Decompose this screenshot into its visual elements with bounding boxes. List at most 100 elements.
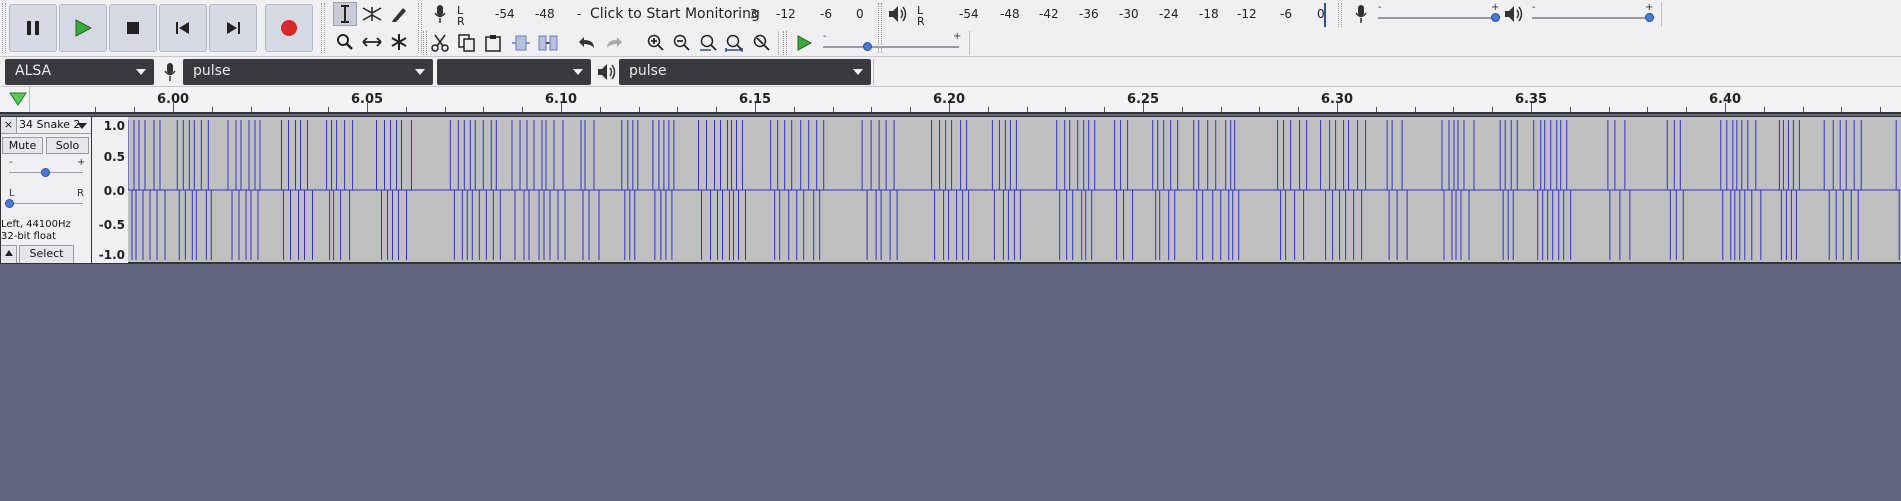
meter-tick-label: -6 [1280, 7, 1292, 21]
play-slider-plus: + [1645, 2, 1654, 13]
zoom-selection-icon [700, 34, 717, 51]
play-head-icon [9, 92, 27, 106]
undo-icon [579, 37, 594, 48]
speaker-icon [1505, 6, 1523, 22]
pan-slider[interactable] [9, 203, 83, 204]
vertical-ruler[interactable]: 1.0 0.5 0.0 -0.5 -1.0 [92, 116, 128, 264]
zoom-tool-button[interactable] [333, 30, 357, 54]
solo-button[interactable]: Solo [46, 137, 89, 154]
monitor-text[interactable]: Click to Start Monitoring [589, 6, 761, 22]
pause-button[interactable] [9, 4, 57, 52]
recording-volume-icon-button [1349, 2, 1373, 26]
ruler-tick [212, 107, 213, 112]
multi-tool-button[interactable] [387, 30, 411, 54]
stop-button[interactable] [109, 4, 157, 52]
recording-device-select[interactable]: pulse [183, 59, 433, 85]
skip-to-start-button[interactable] [159, 4, 207, 52]
chevron-down-icon [77, 123, 87, 129]
meter-tick-label: -6 [820, 7, 832, 21]
gain-minus-label: - [9, 157, 13, 168]
meter-tick-label: - [577, 7, 582, 21]
audio-host-select[interactable]: ALSA [5, 59, 154, 85]
record-meter[interactable]: -54 -48 - Click to Start Monitoring 3 -1… [468, 2, 868, 26]
silence-audio-button[interactable] [536, 31, 560, 55]
pan-left-label: L [9, 188, 15, 199]
magnifier-icon [337, 34, 353, 50]
redo-icon [607, 37, 622, 48]
gain-slider-knob[interactable] [41, 168, 50, 177]
rec-slider-plus: + [1491, 2, 1500, 13]
play-button[interactable] [59, 4, 107, 52]
ruler-tick [173, 103, 174, 112]
close-track-button[interactable]: × [1, 117, 17, 134]
playback-volume-knob[interactable] [1644, 13, 1654, 22]
ruler-tick [483, 107, 484, 112]
zoom-out-button[interactable] [670, 31, 694, 55]
collapse-track-button[interactable] [1, 245, 17, 263]
toolbar-grip[interactable] [418, 3, 422, 53]
mute-button[interactable]: Mute [2, 137, 43, 154]
zoom-out-icon [673, 34, 690, 51]
playhead-corner[interactable] [0, 87, 30, 112]
toolbar-grip[interactable] [2, 3, 6, 53]
speed-slider-plus: + [953, 31, 962, 42]
toolbar-grip[interactable] [423, 31, 427, 55]
playback-meter[interactable]: -54 -48 -42 -36 -30 -24 -18 -12 -6 0 [928, 2, 1328, 26]
play-at-speed-button[interactable] [792, 31, 816, 55]
select-track-button[interactable]: Select [19, 245, 74, 263]
playback-meter-button[interactable] [886, 2, 910, 26]
recording-channels-select[interactable] [437, 59, 591, 85]
record-button[interactable] [265, 4, 313, 52]
meter-tick-label: 0 [856, 7, 864, 21]
meter-tick-label: -48 [535, 7, 555, 21]
pan-slider-knob[interactable] [5, 199, 14, 208]
fit-project-button[interactable] [723, 31, 747, 55]
ruler-tick [1764, 107, 1765, 112]
play-at-speed-knob[interactable] [862, 42, 872, 51]
waveform-area[interactable] [128, 116, 1901, 264]
chevron-down-icon [573, 69, 583, 75]
ruler-tick [328, 107, 329, 112]
ruler-tick [134, 107, 135, 112]
audio-track: × 34 Snake 2 Mute Solo - + L R Left, 441… [0, 116, 1901, 264]
ruler-tick [1298, 107, 1299, 112]
track-name-menu[interactable]: 34 Snake 2 [17, 117, 91, 134]
timeline-ruler[interactable]: 6.00 6.05 6.10 6.15 6.20 6.25 6.30 6.35 6.40 [0, 87, 1901, 114]
playback-volume-slider[interactable] [1532, 17, 1652, 19]
cut-button[interactable] [428, 31, 452, 55]
copy-button[interactable] [455, 31, 479, 55]
recording-volume-slider[interactable] [1378, 17, 1498, 19]
selection-tool-button[interactable] [333, 2, 357, 26]
play-icon [75, 19, 92, 37]
draw-tool-button[interactable] [387, 2, 411, 26]
zoom-fit-icon [725, 34, 743, 52]
vruler-label: -1.0 [98, 248, 125, 262]
audio-host-value: ALSA [15, 63, 52, 79]
ruler-tick [561, 103, 562, 112]
skip-to-end-button[interactable] [209, 4, 257, 52]
toolbar-grip[interactable] [783, 31, 787, 55]
track-control-panel[interactable]: × 34 Snake 2 Mute Solo - + L R Left, 441… [0, 116, 92, 264]
undo-button[interactable] [575, 31, 599, 55]
envelope-icon [362, 7, 382, 21]
time-shift-tool-button[interactable] [360, 30, 384, 54]
meter-tick-label: -54 [495, 7, 515, 21]
toolbar-grip[interactable] [321, 3, 325, 53]
trim-audio-button[interactable] [509, 31, 533, 55]
fit-selection-button[interactable] [697, 31, 721, 55]
play-at-speed-slider[interactable] [823, 46, 959, 48]
device-toolbar: ALSA pulse pulse [0, 57, 1901, 87]
redo-button[interactable] [602, 31, 626, 55]
record-meter-button[interactable] [428, 2, 452, 26]
paste-button[interactable] [481, 31, 505, 55]
collapse-icon [4, 250, 13, 256]
playback-device-select[interactable]: pulse [619, 59, 871, 85]
pause-icon [27, 21, 39, 35]
toolbar-grip[interactable] [1338, 3, 1342, 27]
zoom-toggle-button[interactable] [750, 31, 774, 55]
ruler-tick [1570, 107, 1571, 112]
zoom-in-button[interactable] [644, 31, 668, 55]
recording-volume-knob[interactable] [1490, 13, 1500, 22]
ruler-tick [1065, 107, 1066, 112]
envelope-tool-button[interactable] [360, 2, 384, 26]
